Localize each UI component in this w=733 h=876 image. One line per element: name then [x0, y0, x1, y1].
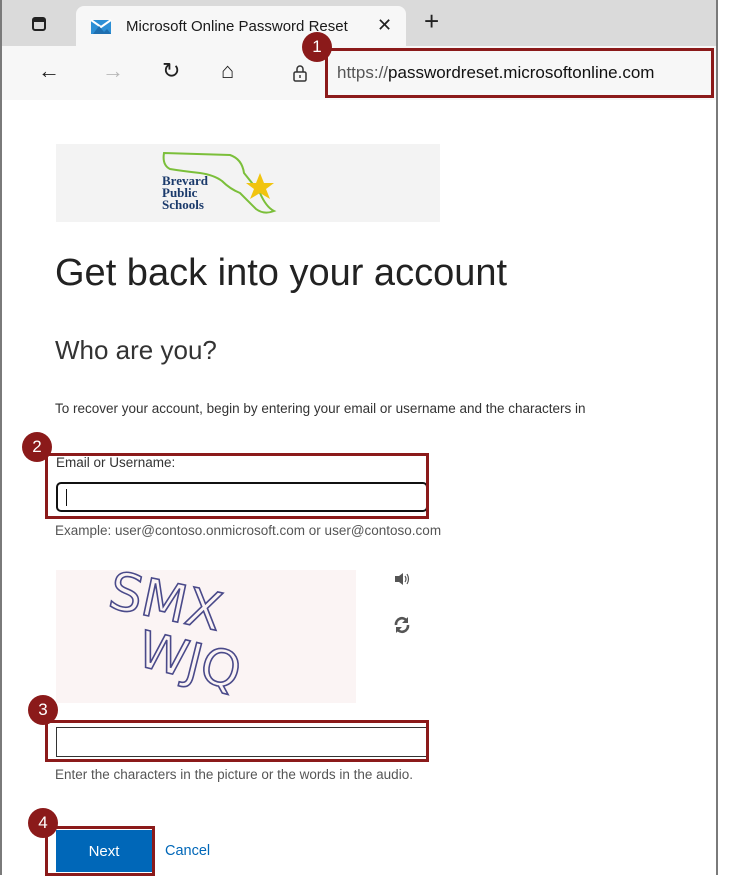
instructions-text: To recover your account, begin by enteri… [55, 401, 586, 416]
refresh-captcha-icon[interactable] [393, 616, 411, 634]
audio-icon[interactable] [394, 572, 410, 586]
page-subtitle: Who are you? [55, 335, 217, 365]
callout-box-address [325, 48, 714, 98]
cancel-link[interactable]: Cancel [165, 843, 210, 859]
tab-actions-icon[interactable] [32, 17, 46, 31]
email-example-text: Example: user@contoso.onmicrosoft.com or… [55, 523, 442, 538]
callout-badge-4: 4 [28, 808, 58, 838]
back-icon[interactable]: ← [38, 60, 60, 82]
page-title: Get back into your account [55, 252, 508, 294]
callout-badge-1: 1 [302, 32, 332, 62]
callout-box-next [45, 826, 155, 876]
forward-icon[interactable]: → [102, 60, 124, 82]
lock-icon[interactable] [292, 64, 308, 82]
captcha-image: SMX WJQ [56, 560, 356, 703]
captcha-text-line2: WJQ [132, 620, 247, 701]
refresh-icon[interactable]: ↻ [162, 60, 180, 82]
microsoft-favicon-icon [90, 19, 112, 34]
school-banner: Brevard Public Schools [56, 144, 440, 222]
callout-box-captcha [45, 720, 429, 762]
tab-strip: Microsoft Online Password Reset ✕ + [2, 0, 716, 46]
captcha-hint-text: Enter the characters in the picture or t… [55, 767, 413, 782]
brevard-schools-logo: Brevard Public Schools [162, 151, 277, 214]
logo-text-schools: Schools [162, 197, 204, 212]
callout-badge-3: 3 [28, 695, 58, 725]
close-tab-icon[interactable]: ✕ [377, 15, 392, 36]
new-tab-icon[interactable]: + [424, 8, 439, 34]
callout-badge-2: 2 [22, 432, 52, 462]
tab-password-reset[interactable]: Microsoft Online Password Reset ✕ [76, 6, 406, 46]
callout-box-email [45, 453, 429, 519]
home-icon[interactable]: ⌂ [221, 60, 234, 82]
